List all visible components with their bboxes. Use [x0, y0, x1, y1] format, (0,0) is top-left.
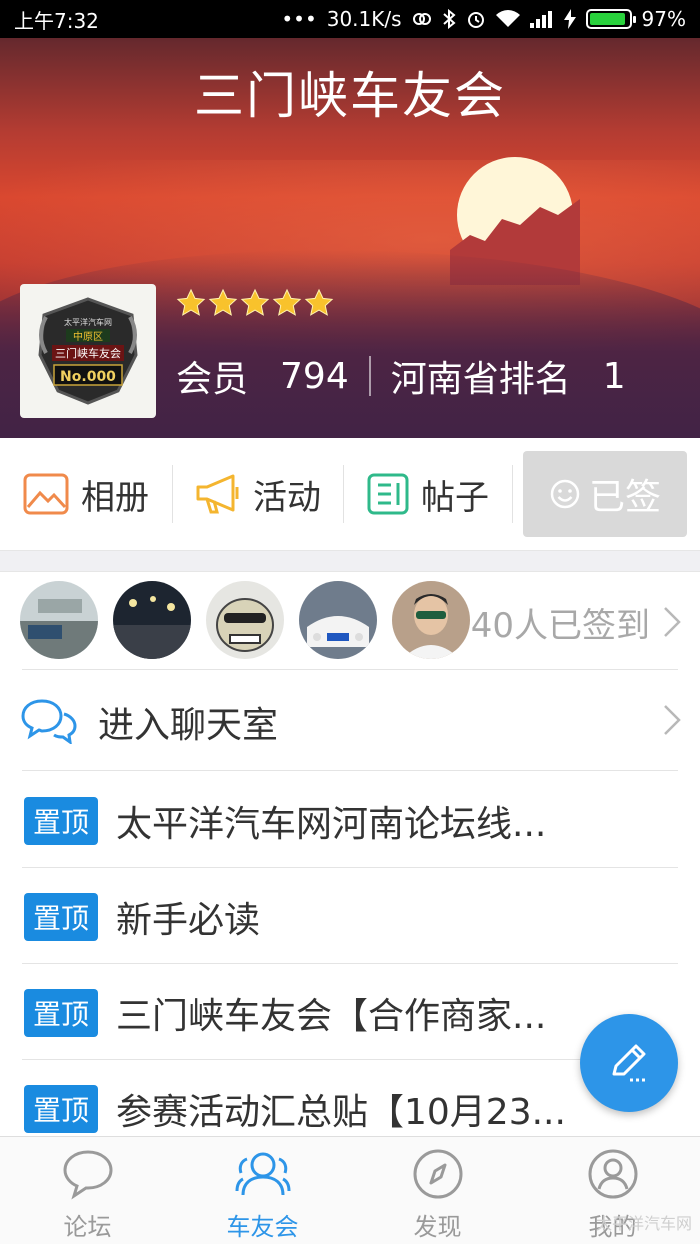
link-icon [412, 13, 431, 25]
album-label: 相册 [81, 477, 149, 518]
network-speed: 30.1K/s [326, 7, 402, 31]
status-time: 上午7:32 [14, 8, 99, 33]
emblem-line2: 中原区 [73, 330, 103, 343]
row-divider [22, 963, 678, 964]
events-label: 活动 [253, 477, 321, 518]
emblem-line1: 太平洋汽车网 [64, 317, 112, 327]
watermark: 太平洋汽车网 [595, 1214, 692, 1233]
posts-button[interactable]: 帖子 [344, 438, 512, 550]
action-bar: 相册 活动 帖子 已签 [0, 438, 700, 550]
battery-icon [585, 9, 636, 29]
bluetooth-icon [442, 9, 456, 29]
tab-discover-label: 发现 [413, 1213, 462, 1241]
pinned-badge: 置顶 [24, 989, 98, 1037]
chevron-right-icon [664, 705, 681, 735]
avatar[interactable] [206, 581, 284, 659]
post-title: 参赛活动汇总贴【10月23... [116, 1092, 566, 1133]
wifi-icon [495, 10, 520, 27]
status-icons: ••• 30.1K/s 97% [281, 7, 686, 31]
chat-bubbles-icon [21, 699, 77, 744]
avatar[interactable] [20, 581, 98, 659]
smile-icon [550, 479, 580, 509]
members-count: 794 [280, 355, 349, 397]
pinned-badge: 置顶 [24, 1085, 98, 1133]
tab-car-club-label: 车友会 [226, 1213, 299, 1241]
star-icon [208, 288, 238, 316]
bottom-tab-bar: 论坛 车友会 发现 我的 太平洋汽车网 [0, 1136, 700, 1244]
status-bar: 上午7:32 ••• 30.1K/s 97% [0, 0, 700, 38]
pinned-badge: 置顶 [24, 797, 98, 845]
row-divider [22, 867, 678, 868]
tab-discover[interactable]: 发现 [350, 1137, 525, 1244]
charging-icon [563, 9, 576, 29]
star-icon [176, 288, 206, 316]
club-logo[interactable]: 太平洋汽车网 中原区 三门峡车友会 No.000 [20, 284, 156, 418]
row-divider [22, 770, 678, 771]
rank-value: 1 [602, 355, 626, 397]
alarm-icon [467, 12, 484, 28]
megaphone-icon [196, 474, 239, 514]
post-title: 三门峡车友会【合作商家... [116, 996, 547, 1037]
avatar[interactable] [392, 581, 470, 659]
chevron-right-icon [664, 607, 681, 637]
tab-car-club[interactable]: 车友会 [175, 1137, 350, 1244]
club-stats: 会员 794 河南省排名 1 [176, 350, 626, 402]
speech-bubble-icon [62, 1150, 113, 1200]
chat-room-label: 进入聊天室 [98, 705, 279, 746]
avatar[interactable] [113, 581, 191, 659]
pinned-badge: 置顶 [24, 893, 98, 941]
signed-label: 已签 [588, 477, 661, 518]
emblem-line3: 三门峡车友会 [55, 346, 121, 360]
compose-button[interactable] [580, 1014, 678, 1112]
star-icon [240, 288, 270, 316]
post-title: 太平洋汽车网河南论坛线... [116, 804, 547, 845]
more-dots-icon: ••• [281, 7, 317, 31]
signal-icon [529, 11, 552, 28]
checkin-count: 40人已签到 [470, 606, 650, 646]
page-title: 三门峡车友会 [194, 67, 506, 125]
post-title: 新手必读 [116, 900, 261, 941]
album-icon [23, 473, 69, 515]
signed-in-button[interactable]: 已签 [523, 451, 687, 537]
avatar[interactable] [299, 581, 377, 659]
rank-label: 河南省排名 [390, 359, 571, 400]
emblem-line4: No.000 [60, 369, 116, 385]
club-emblem-icon: 太平洋汽车网 中原区 三门峡车友会 No.000 [38, 297, 138, 405]
pinned-post-row[interactable]: 置顶 太平洋汽车网河南论坛线... [0, 773, 700, 869]
user-profile-icon [588, 1149, 637, 1199]
tab-forum[interactable]: 论坛 [0, 1137, 175, 1244]
people-icon [235, 1152, 290, 1196]
chat-room-row[interactable]: 进入聊天室 [0, 670, 700, 770]
pinned-post-row[interactable]: 置顶 新手必读 [0, 869, 700, 965]
posts-icon [367, 473, 409, 515]
club-rating [176, 288, 334, 318]
compass-icon [413, 1149, 462, 1199]
action-divider [512, 465, 513, 523]
tab-forum-label: 论坛 [63, 1213, 112, 1241]
star-icon [272, 288, 302, 316]
section-divider [0, 550, 700, 572]
events-button[interactable]: 活动 [173, 438, 343, 550]
posts-label: 帖子 [421, 477, 489, 518]
album-button[interactable]: 相册 [0, 438, 172, 550]
edit-pencil-icon [612, 1044, 646, 1082]
stats-divider [368, 356, 371, 396]
star-icon [304, 288, 334, 316]
battery-percent: 97% [641, 7, 686, 31]
members-label: 会员 [176, 359, 249, 400]
